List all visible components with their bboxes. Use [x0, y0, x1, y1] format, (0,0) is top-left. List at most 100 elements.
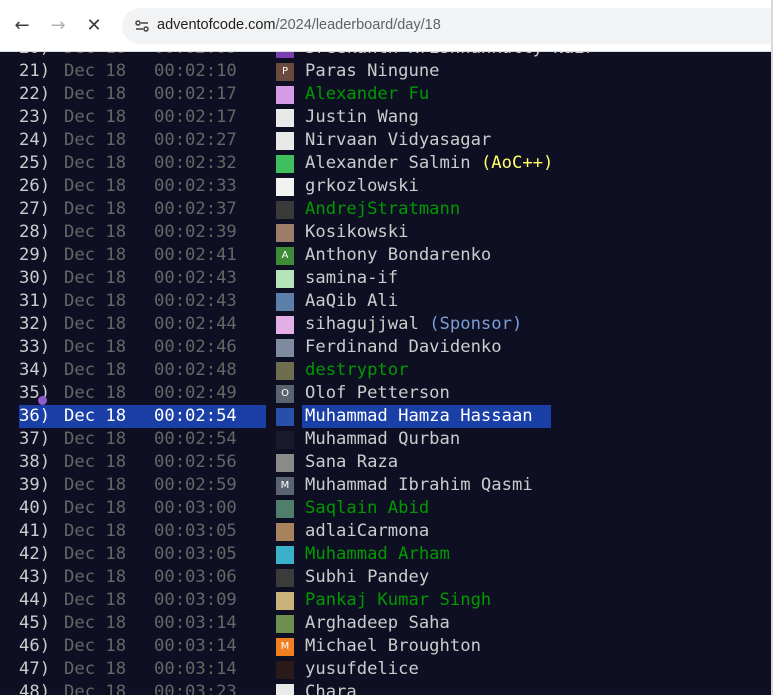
completion-time: 00:02:46: [154, 337, 237, 357]
completion-time: 00:02:39: [154, 222, 237, 242]
avatar: M: [276, 638, 294, 656]
date: Dec 18: [64, 429, 127, 449]
leaderboard-row: 35) Dec 18 00:02:49 O Olof Petterson: [0, 382, 773, 405]
leaderboard-row: 32) Dec 18 00:02:44 sihagujjwal (Sponsor): [0, 313, 773, 336]
date: Dec 18: [64, 153, 127, 173]
leaderboard-row: 46) Dec 18 00:03:14 M Michael Broughton: [0, 635, 773, 658]
rank: 26): [19, 176, 51, 196]
forward-arrow-icon[interactable]: →: [45, 12, 71, 38]
user-name-text: destryptor: [305, 360, 409, 380]
user-name-text: Anthony Bondarenko: [305, 245, 492, 265]
user-name-text: AaQib Ali: [305, 291, 399, 311]
date: Dec 18: [64, 636, 127, 656]
avatar: [276, 270, 294, 288]
user-name[interactable]: Alexander Fu: [305, 83, 429, 106]
completion-time: 00:02:41: [154, 245, 237, 265]
date: Dec 18: [64, 52, 126, 60]
supporter-badge[interactable]: (Sponsor): [429, 314, 522, 334]
completion-time: 00:02:17: [154, 107, 237, 127]
date: Dec 18: [64, 61, 127, 81]
user-name: Anthony Bondarenko: [305, 244, 491, 267]
rank: 40): [19, 498, 51, 518]
rank: 30): [19, 268, 51, 288]
completion-time: 00:03:14: [154, 613, 237, 633]
rank: 22): [19, 84, 51, 104]
user-name: samina-if: [305, 267, 398, 290]
completion-time: 00:02:43: [154, 268, 237, 288]
leaderboard-row: 47) Dec 18 00:03:14 yusufdelice: [0, 658, 773, 681]
leaderboard-row: 39) Dec 18 00:02:59 M Muhammad Ibrahim Qasmi: [0, 474, 773, 497]
leaderboard-row: 22) Dec 18 00:02:17 Alexander Fu: [0, 83, 773, 106]
avatar: [276, 132, 294, 150]
user-name: Muhammad Ibrahim Qasmi: [305, 474, 533, 497]
user-name-text: yusufdelice: [305, 659, 419, 679]
browser-toolbar: ← → ✕ adventofcode.com/2024/leaderboard/…: [0, 0, 773, 52]
user-name-text: Justin Wang: [305, 107, 419, 127]
user-name-text: Paras Ningune: [305, 61, 440, 81]
user-name-text: Muhammad Hamza Hassaan: [305, 406, 533, 426]
rank: 32): [19, 314, 51, 334]
url-path: /2024/leaderboard/day/18: [275, 17, 441, 33]
date: Dec 18: [64, 245, 127, 265]
completion-time: 00:02:32: [154, 153, 237, 173]
avatar: [276, 408, 294, 426]
completion-time: 00:03:06: [154, 567, 237, 587]
user-name: sihagujjwal (Sponsor): [305, 313, 522, 336]
rank: 25): [19, 153, 51, 173]
user-name-text: Alexander Fu: [305, 84, 430, 104]
leaderboard-row: 29) Dec 18 00:02:41 A Anthony Bondarenko: [0, 244, 773, 267]
rank: 48): [19, 682, 51, 695]
completion-time: 00:02:54: [154, 429, 237, 449]
leaderboard-row: 43) Dec 18 00:03:06 Subhi Pandey: [0, 566, 773, 589]
leaderboard-row: 38) Dec 18 00:02:56 Sana Raza: [0, 451, 773, 474]
date: Dec 18: [64, 590, 127, 610]
user-name-text: Olof Petterson: [305, 383, 450, 403]
user-name[interactable]: Pankaj Kumar Singh: [305, 589, 491, 612]
leaderboard-row: 33) Dec 18 00:02:46 Ferdinand Davidenko: [0, 336, 773, 359]
rank: 29): [19, 245, 51, 265]
user-name: Justin Wang: [305, 106, 419, 129]
date: Dec 18: [64, 176, 127, 196]
user-name[interactable]: destryptor: [305, 359, 408, 382]
leaderboard-rows: 20) Dec 18 00:02:09 Sreekanth Krishnankutty…: [0, 52, 773, 695]
avatar: [276, 201, 294, 219]
date: Dec 18: [64, 498, 127, 518]
completion-time: 00:03:05: [154, 521, 237, 541]
user-name-text: Arghadeep Saha: [305, 613, 450, 633]
user-name[interactable]: Muhammad Arham: [305, 543, 450, 566]
user-name[interactable]: AndrejStratmann: [305, 198, 460, 221]
leaderboard-row: 42) Dec 18 00:03:05 Muhammad Arham: [0, 543, 773, 566]
rank: 33): [19, 337, 51, 357]
leaderboard-row: 45) Dec 18 00:03:14 Arghadeep Saha: [0, 612, 773, 635]
avatar: [276, 684, 294, 695]
avatar: [276, 224, 294, 242]
avatar: [276, 661, 294, 679]
completion-time: 00:02:17: [154, 84, 237, 104]
date: Dec 18: [64, 613, 127, 633]
rank: 44): [19, 590, 51, 610]
stop-loading-icon[interactable]: ✕: [81, 12, 107, 38]
rank: 41): [19, 521, 51, 541]
avatar: [276, 592, 294, 610]
site-info-icon[interactable]: [128, 12, 156, 40]
user-name-text: Nirvaan Vidyasagar: [305, 130, 492, 150]
avatar: [276, 339, 294, 357]
back-arrow-icon[interactable]: ←: [9, 12, 35, 38]
completion-time: 00:03:09: [154, 590, 237, 610]
date: Dec 18: [64, 659, 127, 679]
user-name: Muhammad Qurban: [305, 428, 460, 451]
avatar: [276, 546, 294, 564]
rank: 23): [19, 107, 51, 127]
user-name[interactable]: Saqlain Abid: [305, 497, 429, 520]
completion-time: 00:03:23: [154, 682, 237, 695]
rank: 43): [19, 567, 51, 587]
avatar: [276, 500, 294, 518]
completion-time: 00:02:33: [154, 176, 237, 196]
url-text[interactable]: adventofcode.com/2024/leaderboard/day/18: [157, 17, 441, 33]
date: Dec 18: [64, 268, 127, 288]
rank: 37): [19, 429, 51, 449]
address-bar[interactable]: adventofcode.com/2024/leaderboard/day/18: [122, 8, 773, 44]
supporter-badge[interactable]: (AoC++): [481, 153, 553, 173]
avatar: M: [276, 477, 294, 495]
user-name-text: Alexander Salmin: [305, 153, 471, 173]
